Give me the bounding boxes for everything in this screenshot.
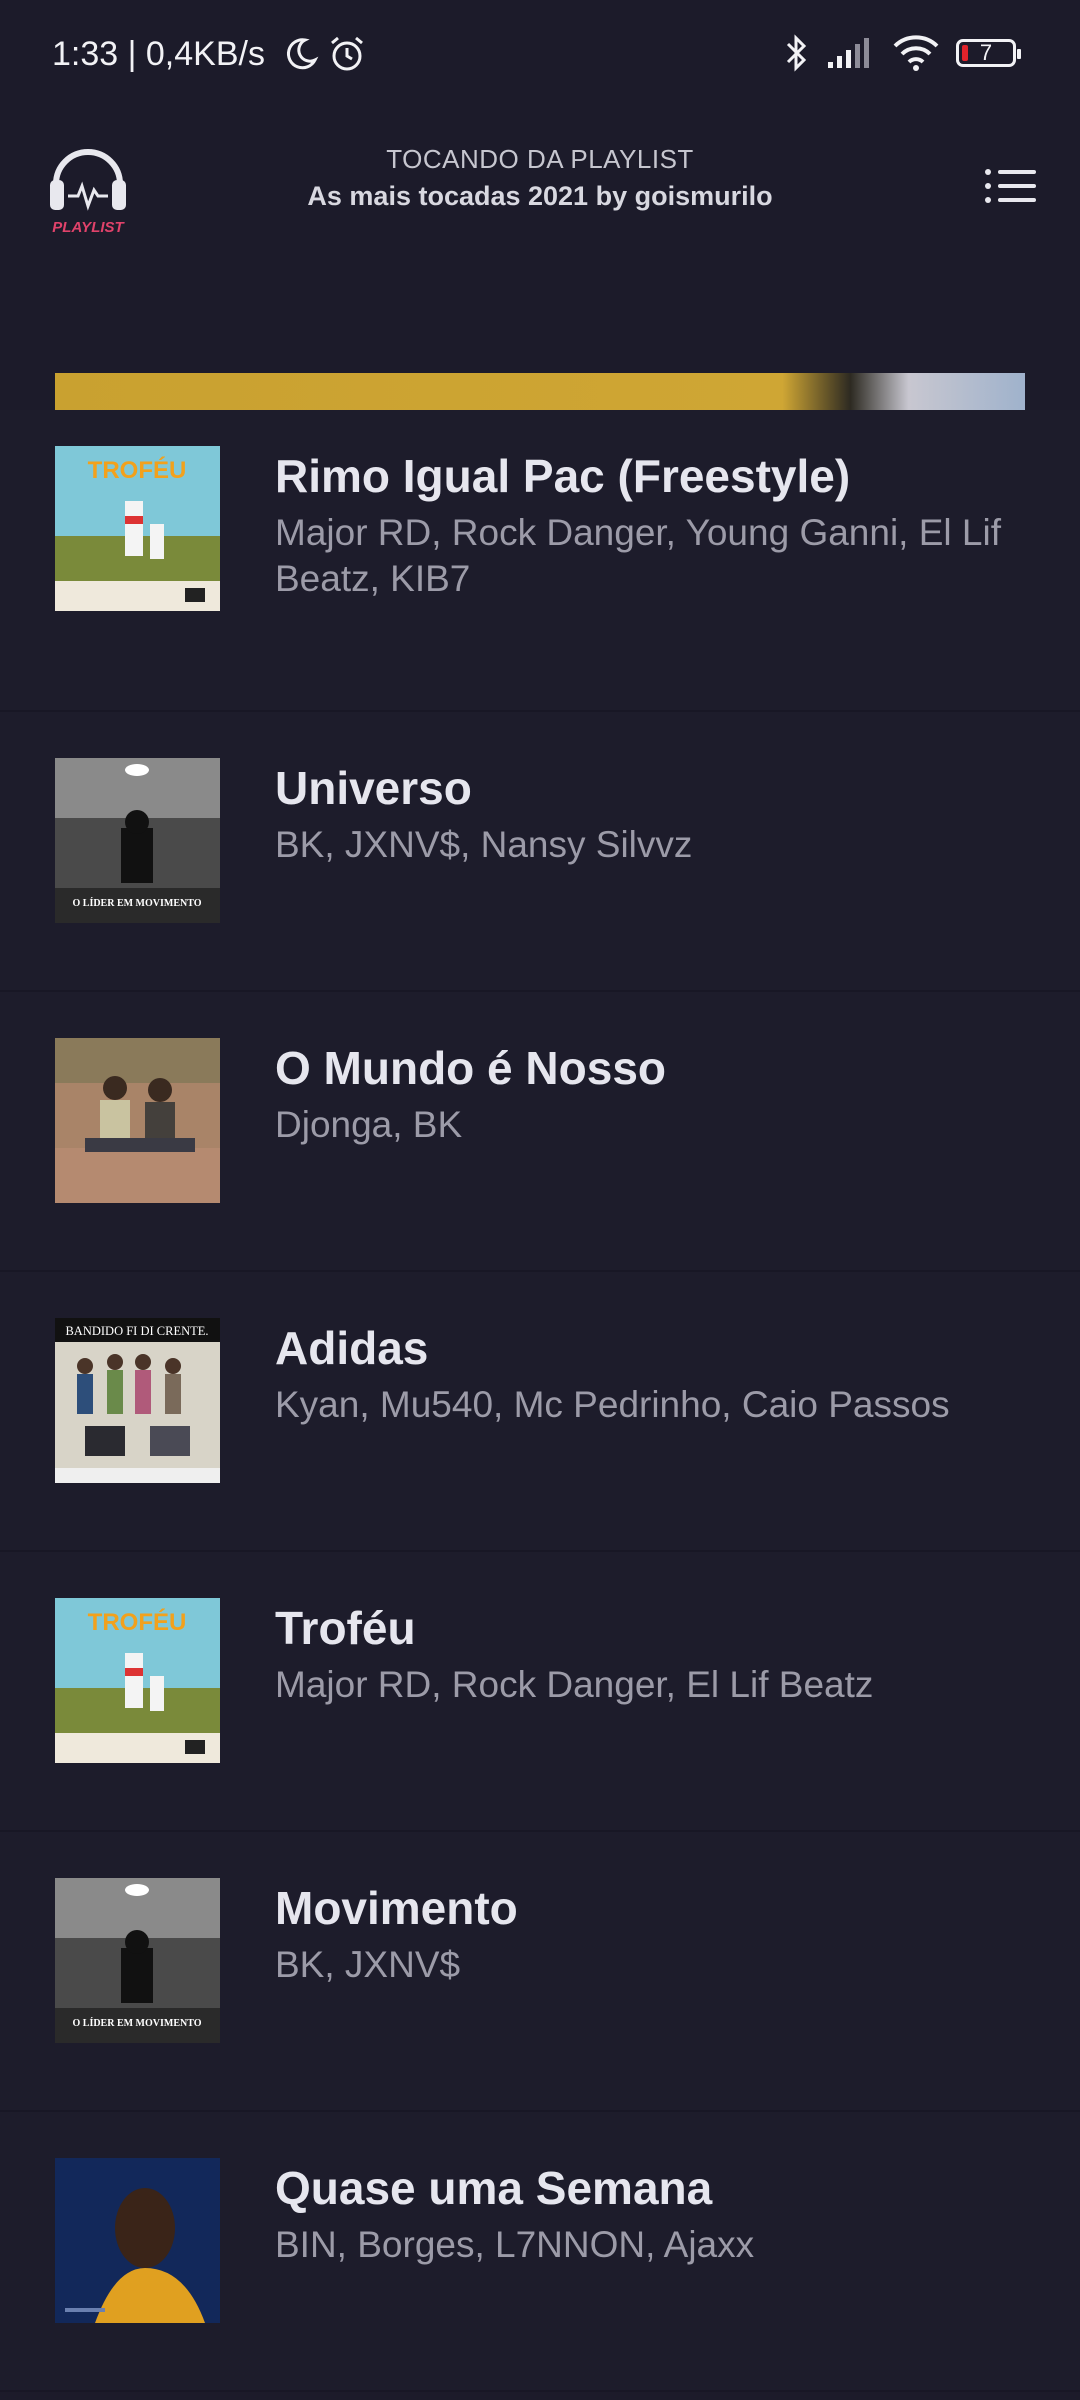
album-cover: TROFÉU <box>55 1598 220 1763</box>
album-cover: O LÍDER EM MOVIMENTO <box>55 758 220 923</box>
track-info: O Mundo é Nosso Djonga, BK <box>275 1040 1025 1148</box>
status-time-speed: 1:33 | 0,4KB/s <box>52 34 265 73</box>
track-artists: Major RD, Rock Danger, Young Ganni, El L… <box>275 512 1001 599</box>
logo-text: PLAYLIST <box>52 219 125 236</box>
track-artists: BK, JXNV$, Nansy Silvvz <box>275 824 693 865</box>
status-bar: 1:33 | 0,4KB/s 7 <box>0 0 1080 118</box>
track-info: Universo BK, JXNV$, Nansy Silvvz <box>275 760 1025 868</box>
signal-icon <box>828 38 869 68</box>
status-right: 7 <box>784 34 1021 72</box>
status-left: 1:33 | 0,4KB/s <box>52 34 367 74</box>
cover-text: TROFÉU <box>88 1608 187 1636</box>
track-artists: BK, JXNV$ <box>275 1944 461 1985</box>
track-title: O Mundo é Nosso <box>275 1042 666 1094</box>
battery-level: 7 <box>979 40 993 65</box>
player-screen: 1:33 | 0,4KB/s 7 PLAYLIST TOCANDO DA PLA… <box>0 0 1080 2400</box>
track-item[interactable]: O Mundo é Nosso Djonga, BK <box>0 992 1080 1272</box>
track-item[interactable]: Quase uma Semana BIN, Borges, L7NNON, Aj… <box>0 2112 1080 2392</box>
alarm-icon <box>331 36 363 71</box>
player-header: PLAYLIST TOCANDO DA PLAYLIST As mais toc… <box>0 118 1080 258</box>
track-item[interactable]: BANDIDO FI DI CRENTE. Adidas Kyan, Mu540… <box>0 1272 1080 1552</box>
wifi-icon <box>893 35 939 71</box>
header-subtitle: TOCANDO DA PLAYLIST <box>386 144 694 174</box>
track-title: Rimo Igual Pac (Freestyle) <box>275 450 851 502</box>
track-artists: BIN, Borges, L7NNON, Ajaxx <box>275 2224 755 2265</box>
track-title: Adidas <box>275 1322 429 1374</box>
now-playing-info: TOCANDO DA PLAYLIST As mais tocadas 2021… <box>0 144 1080 212</box>
track-title: Quase uma Semana <box>275 2162 713 2214</box>
track-list: TROFÉU Rimo Igual Pac (Freestyle) Major … <box>0 410 1080 2392</box>
moon-icon <box>286 38 319 70</box>
bluetooth-icon <box>786 34 807 72</box>
album-cover <box>55 1038 220 1203</box>
playlist-title: As mais tocadas 2021 by goismurilo <box>307 181 773 211</box>
track-info: Movimento BK, JXNV$ <box>275 1880 1025 1988</box>
track-title: Troféu <box>275 1602 416 1654</box>
track-artists: Kyan, Mu540, Mc Pedrinho, Caio Passos <box>275 1384 950 1425</box>
album-cover <box>55 2158 220 2323</box>
cover-text: BANDIDO FI DI CRENTE. <box>65 1324 208 1338</box>
track-item[interactable]: TROFÉU Rimo Igual Pac (Freestyle) Major … <box>0 410 1080 712</box>
track-title: Universo <box>275 762 472 814</box>
track-info: Adidas Kyan, Mu540, Mc Pedrinho, Caio Pa… <box>275 1320 1025 1428</box>
track-title: Movimento <box>275 1882 518 1934</box>
track-info: Quase uma Semana BIN, Borges, L7NNON, Aj… <box>275 2160 1025 2268</box>
track-info: Troféu Major RD, Rock Danger, El Lif Bea… <box>275 1600 1025 1708</box>
track-info: Rimo Igual Pac (Freestyle) Major RD, Roc… <box>275 448 1025 602</box>
track-item[interactable]: O LÍDER EM MOVIMENTO Movimento BK, JXNV$ <box>0 1832 1080 2112</box>
battery-icon: 7 <box>956 39 1021 67</box>
album-cover: O LÍDER EM MOVIMENTO <box>55 1878 220 2043</box>
album-cover: BANDIDO FI DI CRENTE. <box>55 1318 220 1483</box>
track-artists: Djonga, BK <box>275 1104 463 1145</box>
album-cover: TROFÉU <box>55 446 220 611</box>
list-menu-icon[interactable] <box>978 154 1042 218</box>
album-art-banner <box>55 373 1025 413</box>
track-artists: Major RD, Rock Danger, El Lif Beatz <box>275 1664 874 1705</box>
track-item[interactable]: TROFÉU Troféu Major RD, Rock Danger, El … <box>0 1552 1080 1832</box>
cover-text: O LÍDER EM MOVIMENTO <box>73 2017 202 2029</box>
cover-text: TROFÉU <box>88 456 187 484</box>
cover-text: O LÍDER EM MOVIMENTO <box>73 897 202 909</box>
track-item[interactable]: O LÍDER EM MOVIMENTO Universo BK, JXNV$,… <box>0 712 1080 992</box>
